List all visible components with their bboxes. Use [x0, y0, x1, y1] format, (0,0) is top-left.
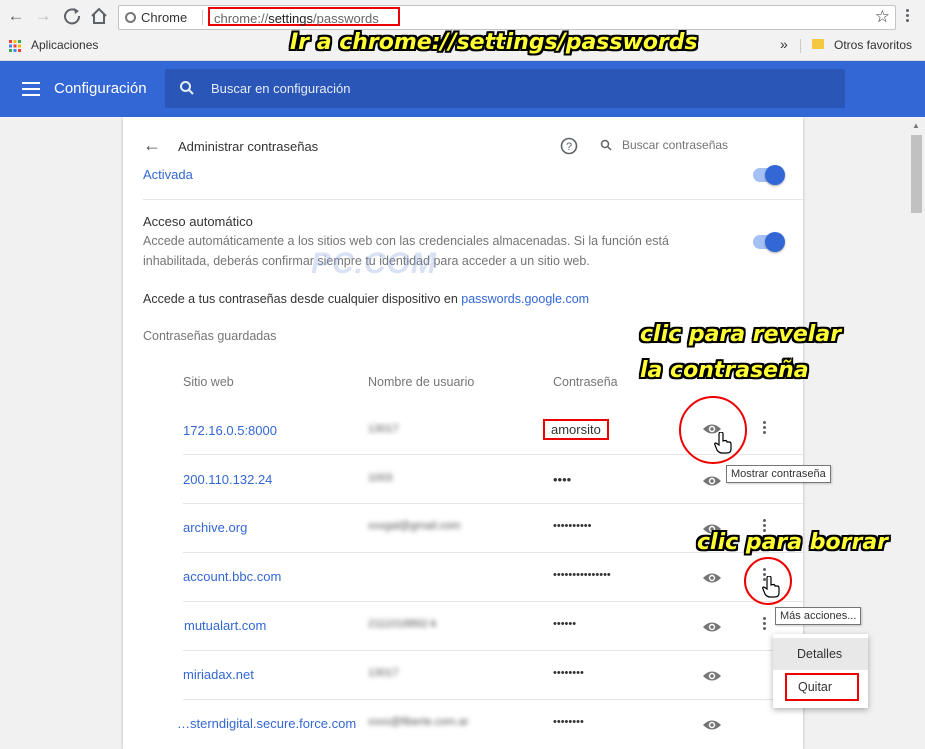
- row-site[interactable]: miriadax.net: [183, 667, 254, 682]
- folder-icon: [812, 39, 824, 49]
- apps-grid-icon[interactable]: [9, 40, 21, 55]
- row-password: amorsito: [543, 419, 609, 440]
- row-password: ••••••••: [553, 667, 584, 679]
- table-row: 200.110.132.24 1003 ••••: [183, 454, 783, 503]
- saved-passwords-heading: Contraseñas guardadas: [143, 329, 277, 343]
- hamburger-menu-icon[interactable]: [22, 82, 40, 96]
- annotation-reveal-line1: clic para revelar: [640, 322, 842, 347]
- column-header-site: Sitio web: [183, 375, 234, 389]
- password-search-input[interactable]: Buscar contraseñas: [622, 138, 728, 152]
- row-site[interactable]: 200.110.132.24: [183, 472, 272, 487]
- address-bar[interactable]: Chrome chrome://settings/passwords ☆: [118, 5, 896, 30]
- url-path: /passwords: [313, 11, 379, 26]
- row-user: 13017: [368, 423, 399, 435]
- section-title: Administrar contraseñas: [178, 139, 319, 154]
- divider: [143, 199, 803, 200]
- url-host: settings: [268, 11, 313, 26]
- tooltip-show-password: Mostrar contraseña: [726, 465, 831, 483]
- row-user: 1003: [368, 472, 393, 484]
- row-password: ••••••••••: [553, 520, 592, 532]
- annotation-delete: clic para borrar: [697, 530, 889, 555]
- hand-cursor-icon: [714, 431, 732, 457]
- hand-cursor-icon: [762, 575, 780, 601]
- row-site[interactable]: …sterndigital.secure.force.com: [177, 716, 356, 731]
- row-site[interactable]: 172.16.0.5:8000: [183, 423, 277, 438]
- page-title: Configuración: [54, 80, 147, 97]
- more-actions-icon[interactable]: [763, 421, 767, 436]
- table-row: …sterndigital.secure.force.com xxxx@fibe…: [177, 699, 783, 748]
- access-passwords-text: Accede a tus contraseñas desde cualquier…: [143, 292, 589, 306]
- show-password-eye-icon[interactable]: [702, 669, 722, 683]
- access-text: Accede a tus contraseñas desde cualquier…: [143, 292, 462, 306]
- row-site[interactable]: archive.org: [183, 520, 247, 535]
- show-password-eye-icon[interactable]: [702, 718, 722, 732]
- other-bookmarks[interactable]: Otros favoritos: [834, 38, 912, 52]
- autosignin-toggle[interactable]: [753, 232, 785, 252]
- tooltip-more-actions: Más acciones...: [775, 607, 862, 625]
- row-actions-menu: Detalles Quitar: [773, 634, 868, 708]
- url-scheme: chrome://: [214, 11, 269, 26]
- highlight-circle: [679, 396, 747, 464]
- column-header-password: Contraseña: [553, 375, 618, 389]
- search-icon: [179, 80, 195, 99]
- help-icon[interactable]: ?: [560, 137, 578, 158]
- row-user: 13017: [368, 667, 399, 679]
- forward-arrow-icon[interactable]: →: [32, 6, 54, 26]
- show-password-eye-icon[interactable]: [702, 620, 722, 634]
- row-user: xxxx@fiberte.com.ar: [368, 716, 469, 728]
- row-password: •••••••••••••••: [553, 569, 611, 581]
- search-icon[interactable]: [600, 139, 612, 154]
- offer-save-toggle[interactable]: [753, 165, 785, 185]
- menu-item-details-label: Detalles: [797, 647, 843, 661]
- table-row: archive.org xxxgal@gmail.com ••••••••••: [183, 503, 783, 552]
- url-text[interactable]: chrome://settings/passwords: [208, 7, 400, 26]
- table-row: miriadax.net 13017 ••••••••: [183, 650, 783, 699]
- annotation-reveal-line2: la contraseña: [640, 358, 809, 383]
- show-password-eye-icon[interactable]: [702, 474, 722, 488]
- row-password: ••••••••: [553, 716, 584, 728]
- svg-text:?: ?: [566, 141, 572, 153]
- row-user: xxxgal@gmail.com: [368, 520, 461, 532]
- search-placeholder: Buscar en configuración: [211, 81, 351, 96]
- annotation-goto: Ir a chrome://settings/passwords: [290, 30, 698, 55]
- menu-kebab-icon[interactable]: [906, 9, 910, 24]
- menu-item-remove[interactable]: Quitar: [785, 673, 859, 701]
- chrome-logo-icon: [125, 12, 136, 23]
- row-user: 2111018892-k: [368, 618, 437, 630]
- site-chip[interactable]: Chrome: [125, 6, 187, 29]
- autosignin-title: Acceso automático: [143, 214, 253, 229]
- settings-search-input[interactable]: Buscar en configuración: [165, 69, 845, 108]
- menu-item-details[interactable]: Detalles: [773, 638, 868, 670]
- row-password: ••••••: [553, 618, 577, 630]
- back-arrow-icon[interactable]: ←: [143, 135, 161, 156]
- row-site[interactable]: mutualart.com: [184, 618, 266, 633]
- show-password-eye-icon[interactable]: [702, 571, 722, 585]
- row-password: ••••: [553, 472, 572, 487]
- autosignin-desc-line1: Accede automáticamente a los sitios web …: [143, 234, 669, 248]
- bookmark-star-icon[interactable]: ☆: [875, 7, 890, 27]
- reload-icon[interactable]: [62, 6, 82, 29]
- offer-save-status: Activada: [143, 167, 193, 182]
- table-row: mutualart.com 2111018892-k ••••••: [183, 601, 783, 650]
- more-bookmarks-chevron[interactable]: »: [780, 36, 788, 52]
- scroll-up-arrow-icon[interactable]: ▲: [912, 121, 920, 130]
- row-site[interactable]: account.bbc.com: [183, 569, 281, 584]
- table-row: account.bbc.com •••••••••••••••: [183, 552, 783, 601]
- passwords-google-link[interactable]: passwords.google.com: [461, 292, 589, 306]
- site-chip-label: Chrome: [141, 10, 188, 25]
- page-scrollbar[interactable]: ▲: [908, 117, 925, 749]
- menu-item-remove-label: Quitar: [798, 680, 833, 694]
- column-header-user: Nombre de usuario: [368, 375, 475, 389]
- scrollbar-thumb[interactable]: [911, 135, 922, 213]
- browser-toolbar: ← → Chrome chrome://settings/passwords ☆: [0, 0, 925, 33]
- watermark: PC.COM: [311, 247, 437, 280]
- back-arrow-icon[interactable]: ←: [5, 6, 27, 26]
- divider: [800, 39, 801, 53]
- divider: [202, 10, 203, 25]
- apps-bookmark[interactable]: Aplicaciones: [31, 38, 98, 52]
- settings-header: Configuración Buscar en configuración: [0, 61, 925, 117]
- more-actions-icon[interactable]: [763, 617, 767, 632]
- home-icon[interactable]: [89, 6, 109, 29]
